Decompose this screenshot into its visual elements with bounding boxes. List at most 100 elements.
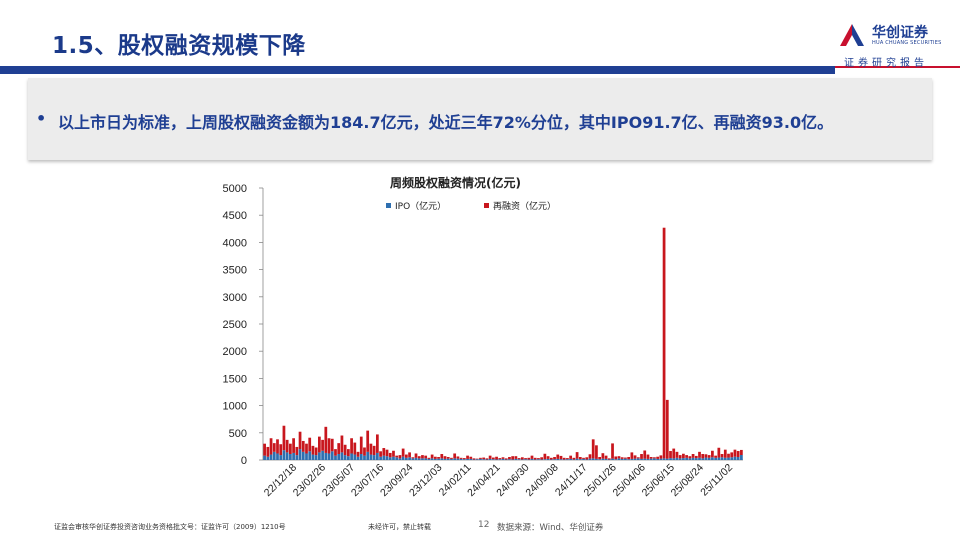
bar-ipo <box>636 458 640 460</box>
bar-refinance <box>330 438 334 452</box>
bar-refinance <box>624 457 627 459</box>
bar-refinance <box>685 455 688 458</box>
bar-refinance <box>337 443 341 455</box>
data-source: 数据来源：Wind、华创证券 <box>497 523 604 533</box>
legend-label: IPO（亿元） <box>395 200 446 212</box>
bar-ipo <box>591 458 595 460</box>
logo-chinese-name: 华创证券 <box>872 25 928 41</box>
bar-ipo <box>437 458 440 460</box>
bar-refinance <box>462 458 466 460</box>
bar-ipo <box>633 458 637 460</box>
y-tick-label: 4000 <box>223 237 247 249</box>
bar-refinance <box>372 445 376 456</box>
bar-ipo <box>569 458 573 460</box>
bar-refinance <box>601 453 605 459</box>
bar-ipo <box>575 458 579 460</box>
bar-refinance <box>553 457 556 460</box>
bar-refinance <box>305 443 308 454</box>
bar-ipo <box>443 458 447 460</box>
bar-ipo <box>276 453 279 460</box>
copyright-notice: 未经许可，禁止转载 <box>368 523 431 531</box>
bar-refinance <box>575 452 579 459</box>
bar-refinance <box>511 456 515 460</box>
bar-refinance <box>363 447 366 456</box>
report-tag: 证券研究报告 <box>844 58 928 69</box>
bar-refinance <box>704 454 708 458</box>
y-tick-label: 3000 <box>223 292 247 304</box>
bar-ipo <box>665 458 669 460</box>
bar-ipo <box>511 459 515 460</box>
equity-financing-chart: 周频股权融资情况(亿元)5000450040003500300025002000… <box>223 175 743 499</box>
bar-refinance <box>508 457 511 460</box>
bar-ipo <box>627 459 631 460</box>
bar-ipo <box>595 458 598 460</box>
bar-refinance <box>723 449 727 458</box>
bar-ipo <box>675 457 679 460</box>
bar-ipo <box>585 459 589 460</box>
bar-refinance <box>604 455 608 459</box>
summary-box: • 以上市日为标准，上周股权融资金额为184.7亿元，处近三年72%分位，其中I… <box>28 78 932 160</box>
bar-ipo <box>350 453 353 460</box>
bar-refinance <box>546 456 550 459</box>
bar-refinance <box>369 443 373 455</box>
bar-ipo <box>607 459 611 460</box>
header-bar <box>0 66 835 74</box>
bar-ipo <box>314 455 318 460</box>
bar-ipo <box>311 454 315 460</box>
bar-refinance <box>404 454 408 458</box>
bar-refinance <box>475 458 479 460</box>
bar-refinance <box>727 453 730 458</box>
bar-refinance <box>627 457 631 460</box>
bar-ipo <box>424 458 428 460</box>
bar-refinance <box>327 438 331 454</box>
bar-ipo <box>604 458 608 460</box>
bar-refinance <box>607 458 611 460</box>
bar-ipo <box>382 455 386 460</box>
bar-ipo <box>711 457 714 460</box>
bar-ipo <box>504 459 508 460</box>
bar-ipo <box>298 449 302 460</box>
bar-refinance <box>353 442 357 455</box>
bar-ipo <box>733 456 737 460</box>
bar-ipo <box>263 455 266 460</box>
bar-ipo <box>582 458 585 460</box>
bar-ipo <box>537 459 540 460</box>
bar-ipo <box>698 457 701 460</box>
bar-ipo <box>653 458 656 460</box>
bar-ipo <box>479 458 482 460</box>
bar-refinance <box>659 455 663 459</box>
bar-refinance <box>433 456 437 459</box>
bar-ipo <box>324 452 328 460</box>
bar-ipo <box>543 459 547 460</box>
bar-ipo <box>549 459 553 460</box>
bar-ipo <box>485 459 489 460</box>
bar-refinance <box>395 455 399 458</box>
bar-refinance <box>440 454 444 459</box>
bar-refinance <box>298 431 302 450</box>
x-tick-label: 25/11/02 <box>698 462 735 499</box>
bar-ipo <box>578 459 582 460</box>
bar-refinance <box>678 455 682 459</box>
bar-ipo <box>520 459 524 460</box>
bar-ipo <box>678 458 682 460</box>
bar-ipo <box>601 458 605 460</box>
bar-refinance <box>556 454 560 459</box>
bar-ipo <box>372 455 376 460</box>
y-tick-label: 3500 <box>223 265 247 277</box>
bar-ipo <box>356 456 360 460</box>
bar-refinance <box>711 450 714 458</box>
bar-refinance <box>479 457 482 459</box>
y-tick-label: 0 <box>241 455 247 467</box>
bar-ipo <box>614 459 618 460</box>
bar-refinance <box>421 455 424 459</box>
bar-ipo <box>466 458 469 460</box>
bar-refinance <box>279 444 283 456</box>
bar-ipo <box>363 455 366 460</box>
bar-ipo <box>482 459 486 460</box>
bar-refinance <box>263 443 266 456</box>
bar-ipo <box>740 454 743 460</box>
page-title: 1.5、股权融资规模下降 <box>52 33 306 59</box>
bar-refinance <box>682 453 685 459</box>
bar-refinance <box>617 456 621 459</box>
bar-ipo <box>643 458 647 460</box>
